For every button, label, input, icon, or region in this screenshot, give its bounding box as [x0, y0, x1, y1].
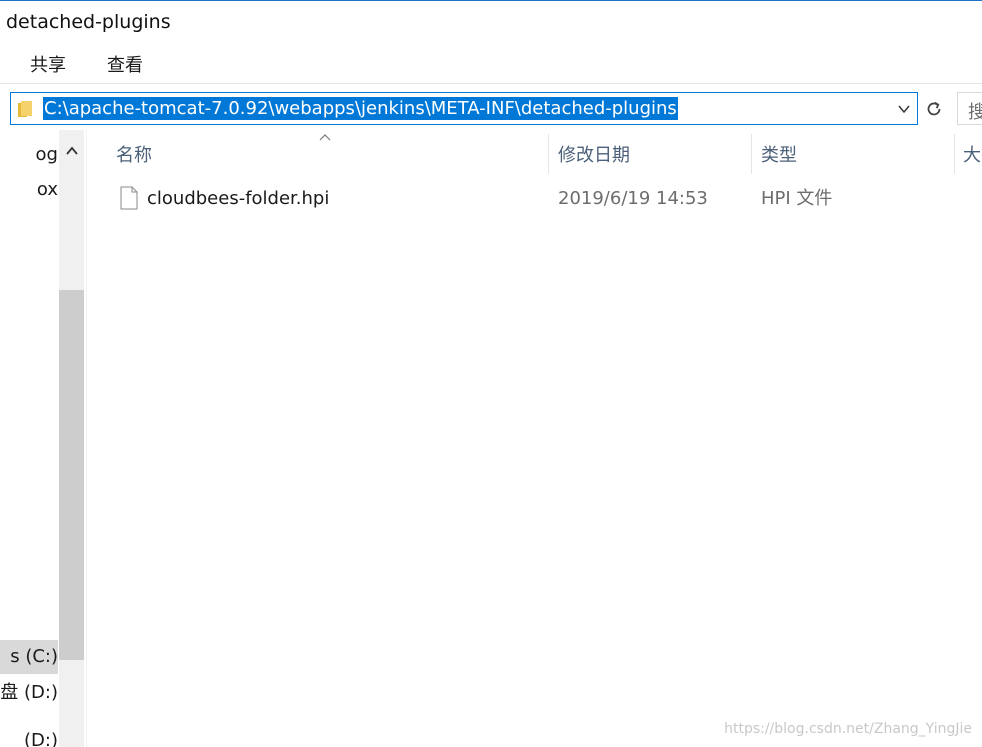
file-modified-date: 2019/6/19 14:53	[558, 188, 708, 209]
nav-item-og[interactable]: og	[0, 138, 58, 172]
column-separator[interactable]	[751, 134, 752, 174]
nav-scrollbar[interactable]	[59, 130, 84, 747]
column-header-name[interactable]: 名称	[116, 144, 152, 174]
column-header-size[interactable]: 大	[963, 144, 981, 174]
nav-item-label: s (C:)	[10, 646, 58, 667]
file-name: cloudbees-folder.hpi	[147, 188, 330, 209]
refresh-button[interactable]	[921, 96, 947, 122]
nav-item-drive-c[interactable]: s (C:)	[0, 640, 58, 674]
column-separator[interactable]	[954, 134, 955, 174]
column-separator[interactable]	[548, 134, 549, 174]
title-bar[interactable]: detached-plugins	[0, 1, 982, 41]
nav-item-label: (D:)	[24, 730, 58, 747]
file-row[interactable]: cloudbees-folder.hpi 2019/6/19 14:53 HPI…	[106, 182, 946, 216]
scroll-up-button[interactable]	[59, 138, 84, 164]
tab-share[interactable]: 共享	[30, 51, 66, 77]
navigation-pane: og ox s (C:) 盘 (D:) (D:)	[0, 130, 88, 747]
file-type: HPI 文件	[761, 188, 833, 209]
column-header-type[interactable]: 类型	[761, 144, 797, 174]
refresh-icon	[927, 101, 941, 116]
nav-item-label: 盘 (D:)	[0, 682, 58, 703]
address-path-input[interactable]: C:\apache-tomcat-7.0.92\webapps\jenkins\…	[43, 97, 678, 120]
scroll-thumb[interactable]	[59, 290, 84, 660]
search-input[interactable]: 搜	[968, 98, 982, 124]
file-explorer-window: detached-plugins 共享 查看 C:\apache-tomcat-…	[0, 0, 982, 747]
sort-ascending-icon	[319, 134, 331, 141]
nav-item-drive-d-2[interactable]: (D:)	[0, 724, 58, 747]
nav-item-drive-d[interactable]: 盘 (D:)	[0, 676, 58, 710]
address-bar-row: C:\apache-tomcat-7.0.92\webapps\jenkins\…	[0, 84, 982, 130]
tab-view[interactable]: 查看	[107, 51, 143, 77]
nav-item-label: ox	[36, 179, 58, 200]
chevron-down-icon[interactable]	[897, 102, 911, 116]
file-list: 名称 修改日期 类型 大 cloudbees-folder.hpi 2019/6…	[88, 130, 982, 747]
column-header-modified[interactable]: 修改日期	[558, 144, 630, 174]
window-title: detached-plugins	[6, 11, 171, 33]
search-box[interactable]: 搜	[957, 92, 982, 125]
pane-divider[interactable]	[86, 130, 87, 747]
folder-icon	[18, 101, 32, 117]
address-bar[interactable]: C:\apache-tomcat-7.0.92\webapps\jenkins\…	[10, 92, 918, 125]
watermark: https://blog.csdn.net/Zhang_YingJie	[724, 721, 972, 737]
nav-item-ox[interactable]: ox	[0, 173, 58, 207]
chevron-up-icon	[65, 146, 78, 155]
nav-item-label: og	[35, 144, 58, 165]
file-icon	[120, 186, 138, 210]
ribbon-tabs: 共享 查看	[0, 43, 982, 84]
